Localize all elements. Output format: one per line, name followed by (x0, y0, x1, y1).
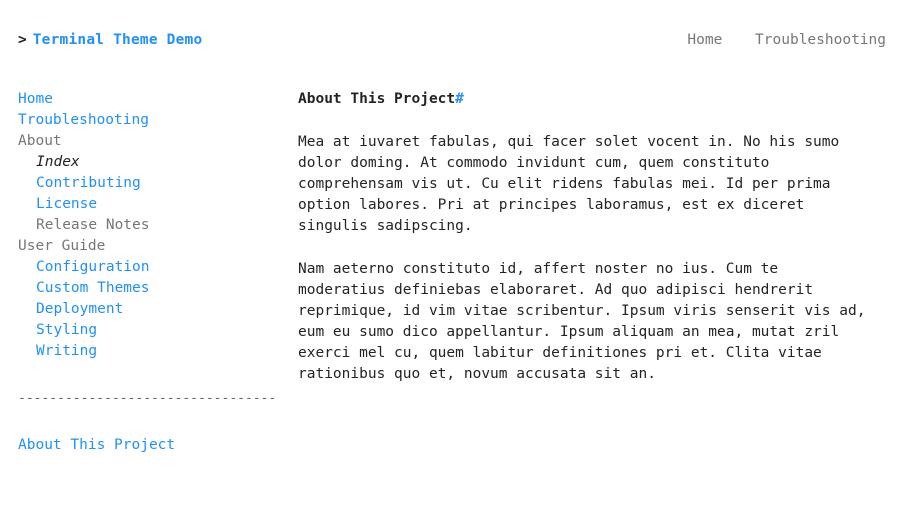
sidebar-item-home[interactable]: Home (18, 89, 53, 110)
sidebar-divider: ---------------------------------------- (18, 390, 278, 409)
paragraph: Mea at iuvaret fabulas, qui facer solet … (298, 132, 868, 237)
top-nav: Home Troubleshooting (663, 30, 886, 51)
sidebar: Home Troubleshooting About Index Contrib… (18, 69, 278, 456)
toc-link-about-this-project[interactable]: About This Project (18, 435, 175, 456)
paragraph: Nam aeterno constituto id, affert noster… (298, 259, 868, 385)
sidebar-item-release-notes: Release Notes (36, 215, 150, 236)
sidebar-item-contributing[interactable]: Contributing (36, 173, 141, 194)
sidebar-item-configuration[interactable]: Configuration (36, 257, 150, 278)
sidebar-item-license[interactable]: License (36, 194, 97, 215)
sidebar-section-about: About (18, 131, 62, 152)
page-title: About This Project# (298, 89, 868, 110)
site-title: Terminal Theme Demo (33, 32, 203, 48)
page-title-text: About This Project (298, 91, 455, 107)
top-nav-home[interactable]: Home (687, 32, 722, 48)
sidebar-item-custom-themes[interactable]: Custom Themes (36, 278, 150, 299)
prompt-icon: > (18, 32, 27, 48)
header: > Terminal Theme Demo Home Troubleshootin… (0, 0, 904, 51)
sidebar-item-index[interactable]: Index (36, 152, 80, 173)
sidebar-item-deployment[interactable]: Deployment (36, 299, 123, 320)
layout: Home Troubleshooting About Index Contrib… (0, 51, 904, 474)
sidebar-section-user-guide: User Guide (18, 236, 105, 257)
sidebar-item-troubleshooting[interactable]: Troubleshooting (18, 110, 149, 131)
sidebar-item-styling[interactable]: Styling (36, 320, 97, 341)
site-title-wrap[interactable]: > Terminal Theme Demo (18, 30, 202, 51)
top-nav-troubleshooting[interactable]: Troubleshooting (755, 32, 886, 48)
heading-anchor-icon[interactable]: # (455, 91, 464, 107)
sidebar-list: Home Troubleshooting About Index Contrib… (18, 89, 278, 362)
main-content: About This Project# Mea at iuvaret fabul… (298, 69, 886, 456)
sidebar-item-writing[interactable]: Writing (36, 341, 97, 362)
